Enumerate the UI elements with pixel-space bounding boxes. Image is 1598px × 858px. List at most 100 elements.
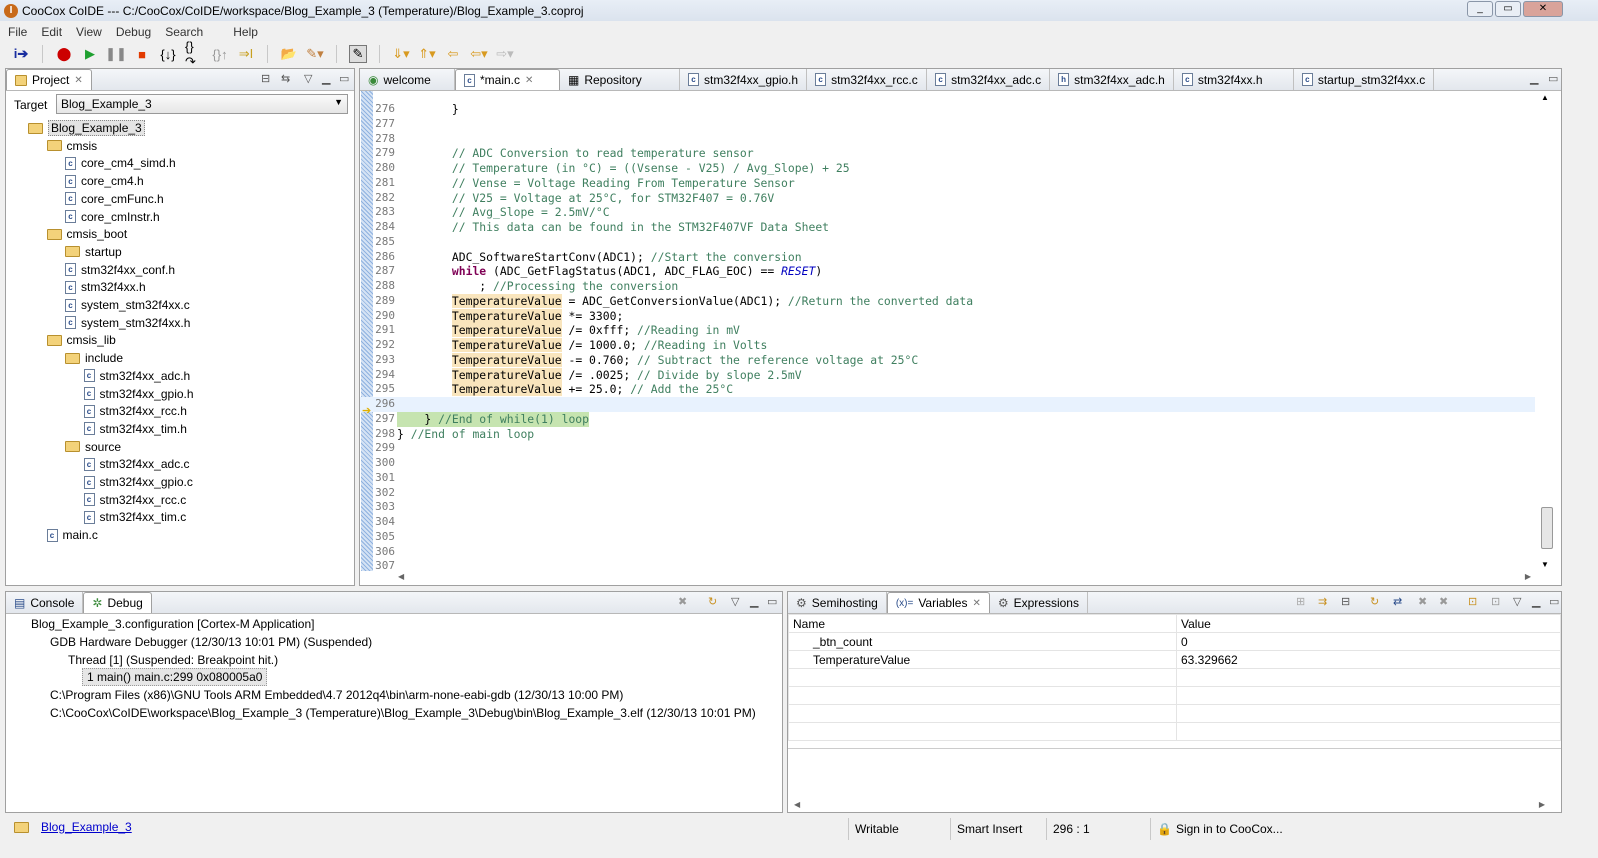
show-type-names-icon[interactable]: ⊞ bbox=[1296, 595, 1305, 608]
maximize-icon[interactable]: ▭ bbox=[339, 72, 349, 85]
tree-item[interactable]: c stm32f4xx_conf.h bbox=[65, 261, 175, 279]
remove-icon[interactable]: ✖ bbox=[1418, 595, 1427, 608]
code-line[interactable]: 291 TemperatureValue /= 0xfff; //Reading… bbox=[360, 323, 1535, 338]
view-menu-icon[interactable]: ▽ bbox=[304, 72, 312, 85]
code-line[interactable]: 289 TemperatureValue = ADC_GetConversion… bbox=[360, 293, 1535, 309]
tab-editor-file[interactable]: c stm32f4xx_adc.c bbox=[927, 69, 1051, 90]
code-line[interactable]: 297 } //End of while(1) loop bbox=[360, 411, 1535, 427]
code-editor[interactable]: 276 } 277 278 279 // ADC Conversion to read… bbox=[360, 91, 1561, 571]
step-into-icon[interactable]: {↓} bbox=[159, 45, 177, 63]
column-header-value[interactable]: Value bbox=[1176, 614, 1561, 633]
minimize-button[interactable]: _ bbox=[1467, 1, 1493, 17]
menu-debug[interactable]: Debug bbox=[116, 25, 151, 39]
tab-editor-file[interactable]: c stm32f4xx_rcc.c bbox=[807, 69, 928, 90]
detail-pane[interactable] bbox=[788, 748, 1561, 798]
code-line[interactable]: 285 bbox=[360, 235, 1535, 250]
close-icon[interactable]: ✕ bbox=[972, 598, 980, 609]
forward-icon[interactable]: ⇨▾ bbox=[496, 45, 514, 63]
horizontal-scrollbar[interactable]: ◀ ▶ bbox=[794, 800, 1545, 809]
debug-target[interactable]: GDB Hardware Debugger (12/30/13 10:01 PM… bbox=[50, 633, 372, 651]
last-edit-location-icon[interactable]: ⇦ bbox=[444, 45, 462, 63]
code-line[interactable]: 278 bbox=[360, 132, 1535, 147]
code-line[interactable]: 287 while (ADC_GetFlagStatus(ADC1, ADC_F… bbox=[360, 264, 1535, 279]
stack-frame[interactable]: 1 main() main.c:299 0x080005a0 bbox=[82, 668, 268, 686]
debug-icon[interactable]: ⬤ bbox=[55, 45, 73, 63]
debug-thread[interactable]: Thread [1] (Suspended: Breakpoint hit.) bbox=[68, 651, 278, 669]
tab-expressions[interactable]: ⚙ Expressions bbox=[990, 592, 1088, 613]
tree-item[interactable]: c stm32f4xx_adc.h bbox=[83, 367, 190, 385]
code-line[interactable]: 296 bbox=[360, 397, 1535, 412]
code-line[interactable]: 298} //End of main loop bbox=[360, 427, 1535, 442]
next-annotation-icon[interactable]: ⇓▾ bbox=[392, 45, 410, 63]
stop-icon[interactable]: ■ bbox=[133, 45, 151, 63]
link-with-editor-icon[interactable]: ⇆ bbox=[281, 72, 290, 85]
code-line[interactable]: 293 TemperatureValue -= 0.760; // Subtra… bbox=[360, 352, 1535, 368]
tree-item[interactable]: c stm32f4xx_tim.h bbox=[83, 420, 187, 438]
collapse-all-icon[interactable]: ⊟ bbox=[261, 72, 270, 85]
previous-annotation-icon[interactable]: ⇑▾ bbox=[418, 45, 436, 63]
menu-search[interactable]: Search bbox=[165, 25, 203, 39]
tree-item[interactable]: c system_stm32f4xx.c bbox=[65, 296, 190, 314]
code-line[interactable]: 302 bbox=[360, 486, 1535, 501]
status-project[interactable]: Blog_Example_3 bbox=[14, 820, 132, 834]
maximize-icon[interactable]: ▭ bbox=[1549, 595, 1559, 608]
reset-icon[interactable]: ↻ bbox=[708, 595, 717, 608]
target-select[interactable]: Blog_Example_3 ▼ bbox=[56, 94, 348, 114]
code-line[interactable]: 279 // ADC Conversion to read temperatur… bbox=[360, 146, 1535, 161]
tab-editor-file[interactable]: h stm32f4xx_adc.h bbox=[1050, 69, 1174, 90]
show-logical-structure-icon[interactable]: ⇉ bbox=[1318, 595, 1327, 608]
maximize-icon[interactable]: ▭ bbox=[1548, 72, 1558, 85]
code-line[interactable]: 307 bbox=[360, 559, 1535, 571]
sign-in-button[interactable]: 🔒 Sign in to CooCox... bbox=[1150, 818, 1290, 840]
scrollbar-thumb[interactable] bbox=[1541, 507, 1553, 549]
collapse-all-icon[interactable]: ⊟ bbox=[1341, 595, 1350, 608]
tree-item[interactable]: c stm32f4xx.h bbox=[65, 278, 146, 296]
code-line[interactable]: 288 ; //Processing the conversion bbox=[360, 279, 1535, 294]
code-line[interactable]: 282 // V25 = Voltage at 25°C, for STM32F… bbox=[360, 191, 1535, 206]
tree-item[interactable]: c stm32f4xx_rcc.h bbox=[83, 402, 187, 420]
maximize-button[interactable]: ▭ bbox=[1495, 1, 1521, 17]
run-icon[interactable]: ▶ bbox=[81, 45, 99, 63]
code-line[interactable]: 276 } bbox=[360, 102, 1535, 117]
tab-debug[interactable]: ✲ Debug bbox=[83, 592, 152, 613]
table-row[interactable]: TemperatureValue 63.329662 bbox=[788, 650, 1561, 669]
code-line[interactable]: 284 // This data can be found in the STM… bbox=[360, 220, 1535, 235]
table-row[interactable]: _btn_count 0 bbox=[788, 632, 1561, 651]
code-line[interactable]: 294 TemperatureValue /= .0025; // Divide… bbox=[360, 367, 1535, 383]
close-icon[interactable]: ✕ bbox=[74, 75, 82, 86]
code-line[interactable]: 292 TemperatureValue /= 1000.0; //Readin… bbox=[360, 338, 1535, 353]
add-variables-icon[interactable]: ⇄ bbox=[1393, 595, 1402, 608]
tab-editor-file[interactable]: c stm32f4xx.h bbox=[1174, 69, 1294, 90]
close-icon[interactable]: ✕ bbox=[525, 75, 533, 86]
pin-icon[interactable]: ⊡ bbox=[1491, 595, 1500, 608]
code-line[interactable]: 303 bbox=[360, 500, 1535, 515]
tab-editor-file[interactable]: ▦ Repository bbox=[560, 69, 680, 90]
open-project-icon[interactable]: 📂 bbox=[280, 45, 298, 63]
tab-project[interactable]: Project ✕ bbox=[6, 69, 92, 90]
project-link[interactable]: Blog_Example_3 bbox=[41, 820, 132, 834]
tree-item[interactable]: c stm32f4xx_tim.c bbox=[83, 508, 186, 526]
menu-view[interactable]: View bbox=[76, 25, 102, 39]
column-header-name[interactable]: Name bbox=[788, 614, 1177, 633]
code-line[interactable]: 305 bbox=[360, 530, 1535, 545]
tree-item[interactable]: c main.c bbox=[46, 526, 98, 544]
menu-file[interactable]: File bbox=[8, 25, 27, 39]
vertical-scrollbar[interactable]: ▲ ▼ bbox=[1541, 93, 1553, 569]
code-line[interactable]: 299 bbox=[360, 441, 1535, 456]
debugger-process[interactable]: C:\Program Files (x86)\GNU Tools ARM Emb… bbox=[50, 686, 623, 704]
debug-launch[interactable]: Blog_Example_3.configuration [Cortex-M A… bbox=[31, 615, 315, 633]
code-line[interactable]: 286 ADC_SoftwareStartConv(ADC1); //Start… bbox=[360, 250, 1535, 265]
code-line[interactable]: 281 // Vense = Voltage Reading From Temp… bbox=[360, 176, 1535, 191]
tree-item[interactable]: cmsis_lib bbox=[46, 331, 116, 349]
tab-editor-file[interactable]: c *main.c ✕ bbox=[455, 69, 560, 90]
tree-item[interactable]: c stm32f4xx_adc.c bbox=[83, 455, 190, 473]
tree-item[interactable]: source bbox=[65, 438, 121, 456]
variable-value[interactable]: 63.329662 bbox=[1176, 650, 1561, 669]
elf-process[interactable]: C:\CooCox\CoIDE\workspace\Blog_Example_3… bbox=[50, 704, 756, 722]
code-line[interactable]: 295 TemperatureValue += 25.0; // Add the… bbox=[360, 382, 1535, 397]
tree-item[interactable]: cmsis_boot bbox=[46, 225, 127, 243]
minimize-icon[interactable]: ▁ bbox=[750, 595, 758, 608]
tab-editor-file[interactable]: c startup_stm32f4xx.c bbox=[1294, 69, 1435, 90]
tab-editor-file[interactable]: c stm32f4xx_gpio.h bbox=[680, 69, 808, 90]
tree-item[interactable]: c core_cm4.h bbox=[65, 172, 144, 190]
